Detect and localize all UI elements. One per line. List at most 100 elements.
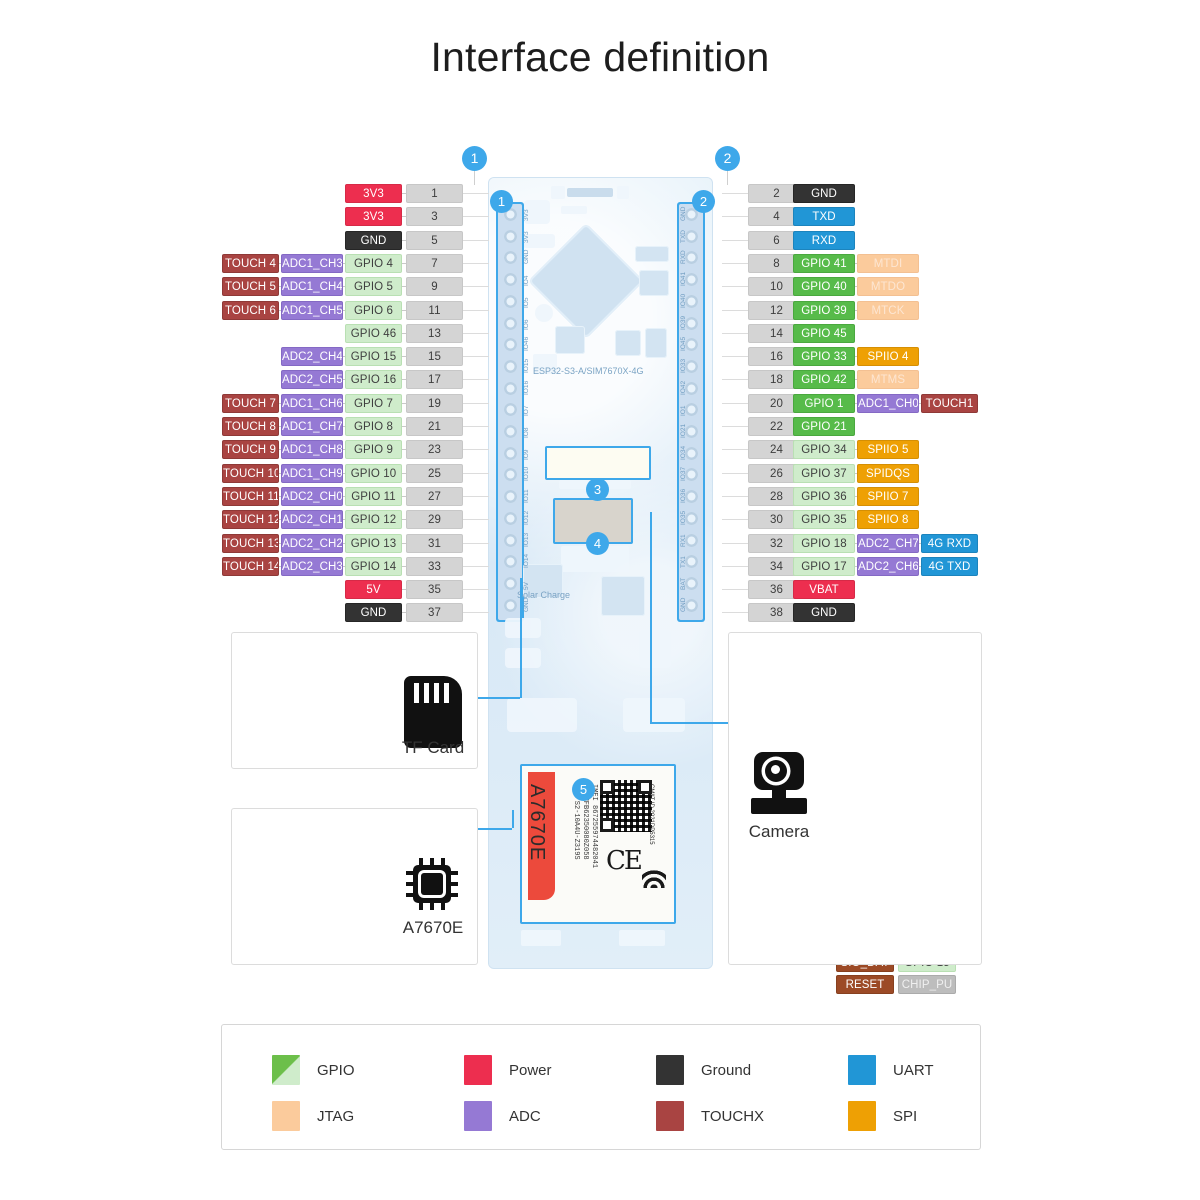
pin-number-27: 27 — [406, 487, 463, 506]
pad-label-right-IO34: IO34 — [680, 445, 687, 460]
pin-number-9: 9 — [406, 277, 463, 296]
pad-label-right-IO35: IO35 — [680, 510, 687, 525]
pad-left-3V3 — [504, 229, 517, 243]
connector-dash — [343, 379, 345, 380]
pad-label-right-IO37: IO37 — [680, 467, 687, 482]
pin-leader-36 — [722, 589, 748, 590]
pin-leader-35 — [463, 589, 489, 590]
connector-dash — [855, 543, 857, 544]
pad-label-left-3V3: 3V3 — [523, 209, 530, 221]
connector-dash — [919, 543, 921, 544]
pin-leader-9 — [463, 286, 489, 287]
pin-leader-25 — [463, 473, 489, 474]
modem-panel-connector — [476, 828, 512, 830]
module-qr-code — [600, 780, 652, 832]
pin-leader-34 — [722, 566, 748, 567]
pin-function-24: GPIO 34 — [793, 440, 855, 459]
pad-label-left-3V3: 3V3 — [523, 231, 530, 243]
connector-dash — [402, 566, 406, 567]
pin-alt2-25: TOUCH 10 — [222, 464, 279, 483]
camera-caption: Camera — [748, 822, 810, 841]
pad-label-right-IO39: IO39 — [680, 315, 687, 330]
legend-label-touchx: TOUCHX — [701, 1108, 765, 1125]
legend-swatch-jtag — [272, 1101, 300, 1131]
legend-swatch-spi — [848, 1101, 876, 1131]
pin-leader-11 — [463, 310, 489, 311]
connector-dash — [279, 473, 281, 474]
pin-number-33: 33 — [406, 557, 463, 576]
pin-alt-27: ADC2_CH0 — [281, 487, 343, 506]
modem-panel-connector-v — [512, 810, 514, 828]
pin-number-19: 19 — [406, 394, 463, 413]
legend-label-jtag: JTAG — [317, 1108, 355, 1125]
pad-label-right-RXD: RXD — [680, 250, 687, 265]
pin-leader-7 — [463, 263, 489, 264]
pin-alt-31: ADC2_CH2 — [281, 534, 343, 553]
gpio-for-reset: CHIP_PU — [898, 975, 956, 994]
pin-alt-15: ADC2_CH4 — [281, 347, 343, 366]
pin-alt2-33: TOUCH 14 — [222, 557, 279, 576]
connector-dash — [855, 566, 857, 567]
connector-dash — [343, 473, 345, 474]
callout-badge-1: 1 — [462, 146, 487, 171]
connector-dash — [855, 496, 857, 497]
board-photo: ESP32-S3-A/SIM7670X-4G Solar Charge A767… — [489, 178, 712, 968]
connector-dash — [343, 519, 345, 520]
pin-leader-6 — [722, 240, 748, 241]
pad-label-left-GND: GND — [523, 249, 530, 265]
pin-alt2-34: 4G TXD — [921, 557, 978, 576]
pin-leader-28 — [722, 496, 748, 497]
connector-dash — [919, 403, 921, 404]
pin-leader-16 — [722, 356, 748, 357]
connector-dash — [279, 403, 281, 404]
pad-label-left-IO16: IO16 — [523, 380, 530, 395]
pin-leader-31 — [463, 543, 489, 544]
connector-dash — [343, 286, 345, 287]
connector-dash — [343, 263, 345, 264]
connector-dash — [279, 426, 281, 427]
pin-function-25: GPIO 10 — [345, 464, 402, 483]
pin-number-17: 17 — [406, 370, 463, 389]
module-name-label: A7670E — [526, 784, 548, 862]
legend-swatch-power — [464, 1055, 492, 1085]
pin-function-35: 5V — [345, 580, 402, 599]
pin-function-13: GPIO 46 — [345, 324, 402, 343]
legend-swatch-ground — [656, 1055, 684, 1085]
connector-dash — [343, 566, 345, 567]
pad-left-IO16 — [504, 381, 517, 395]
tf-card-caption: TF Card — [401, 738, 465, 757]
board-badge-1: 1 — [490, 190, 513, 213]
pin-number-13: 13 — [406, 324, 463, 343]
connector-dash — [343, 449, 345, 450]
pad-label-left-IO14: IO14 — [523, 554, 530, 569]
pad-left-IO15 — [504, 359, 517, 373]
pin-leader-14 — [722, 333, 748, 334]
pin-number-7: 7 — [406, 254, 463, 273]
pin-leader-10 — [722, 286, 748, 287]
pad-label-left-IO12: IO12 — [523, 510, 530, 525]
pin-alt2-7: TOUCH 4 — [222, 254, 279, 273]
connector-dash — [343, 543, 345, 544]
pad-label-right-IO42: IO42 — [680, 380, 687, 395]
pad-label-left-IO5: IO5 — [523, 297, 530, 308]
pad-label-right-IO21: IO21 — [680, 423, 687, 438]
camera-icon — [748, 752, 810, 814]
connector-dash — [343, 356, 345, 357]
pin-alt-8: MTDI — [857, 254, 919, 273]
pin-function-14: GPIO 45 — [793, 324, 855, 343]
pin-number-31: 31 — [406, 534, 463, 553]
pad-left-IO13 — [504, 533, 517, 547]
pad-label-right-IO1: IO1 — [680, 405, 687, 417]
pin-alt2-29: TOUCH 12 — [222, 510, 279, 529]
board-badge-3: 3 — [586, 478, 609, 501]
pin-function-30: GPIO 35 — [793, 510, 855, 529]
pad-label-left-IO8: IO8 — [523, 427, 530, 438]
pin-alt2-11: TOUCH 6 — [222, 301, 279, 320]
pin-function-4: TXD — [793, 207, 855, 226]
pad-label-right-GND: GND — [680, 597, 687, 612]
pin-number-11: 11 — [406, 301, 463, 320]
connector-dash — [855, 473, 857, 474]
connector-dash — [855, 379, 857, 380]
a7670e-module: A7670E P/N S2-10A4U-Z319S SN MFB62350080… — [520, 764, 676, 924]
pin-function-28: GPIO 36 — [793, 487, 855, 506]
